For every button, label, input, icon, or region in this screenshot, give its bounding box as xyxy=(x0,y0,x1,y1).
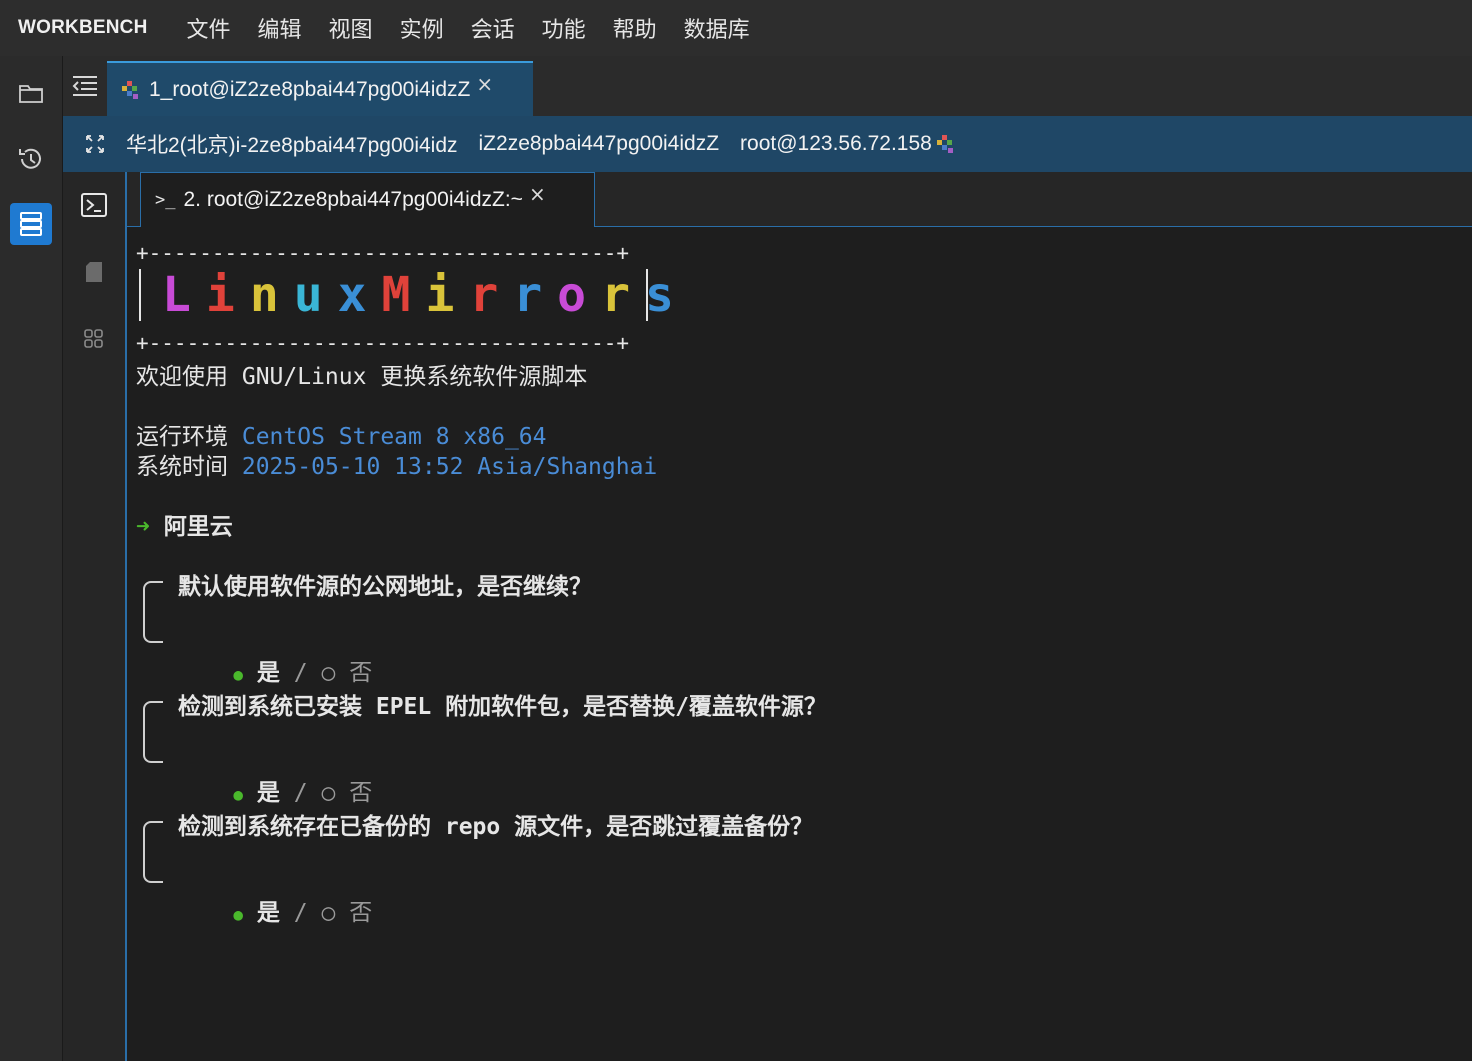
menu-help[interactable]: 帮助 xyxy=(613,12,657,44)
logo-letter: r xyxy=(513,267,558,323)
menu-instance[interactable]: 实例 xyxy=(400,12,444,44)
session-tab-label: 1_root@iZ2ze8pbai447pg00i4idzZ xyxy=(149,77,471,101)
close-icon[interactable]: × xyxy=(476,74,493,94)
fullscreen-icon xyxy=(86,135,104,153)
session-tab[interactable]: 1_root@iZ2ze8pbai447pg00i4idzZ × xyxy=(107,61,533,116)
session-side-toolbar xyxy=(63,172,127,1061)
unselected-circle-icon: ○ xyxy=(321,900,336,926)
logo-letter: L xyxy=(162,267,206,323)
logo-letter: r xyxy=(469,267,514,323)
fullscreen-button[interactable] xyxy=(85,134,105,154)
time-row: 系统时间 2025-05-10 13:52 Asia/Shanghai xyxy=(136,447,657,481)
collapse-menu-button[interactable] xyxy=(71,74,99,102)
choice-no[interactable]: 否 xyxy=(349,660,372,686)
instance-login: root@123.56.72.158 xyxy=(740,132,932,155)
unselected-circle-icon: ○ xyxy=(321,780,336,806)
terminal-output[interactable]: +-------------------------------------+ … xyxy=(127,227,1472,1061)
app-brand: WORKBENCH xyxy=(18,17,148,38)
server-list-icon xyxy=(20,212,42,236)
question-text: 检测到系统已安装 EPEL 附加软件包，是否替换/覆盖软件源？ xyxy=(178,694,827,720)
grid-button[interactable] xyxy=(83,328,105,354)
terminal-tab[interactable]: >_ 2. root@iZ2ze8pbai447pg00i4idzZ:~ × xyxy=(140,172,595,227)
terminal-icon xyxy=(81,193,107,217)
logo-letter: s xyxy=(644,267,689,323)
choice-yes[interactable]: 是 xyxy=(257,780,280,806)
env-row: 运行环境 CentOS Stream 8 x86_64 xyxy=(136,417,547,451)
choice-separator: / xyxy=(293,900,308,926)
prompt-icon: >_ xyxy=(155,190,176,210)
session-color-icon xyxy=(122,80,138,99)
grid-icon xyxy=(84,329,103,348)
logo-letter: u xyxy=(293,267,338,323)
session-tab-bar: 1_root@iZ2ze8pbai447pg00i4idzZ × xyxy=(63,56,1472,116)
files-button[interactable] xyxy=(10,72,52,114)
activity-bar xyxy=(0,56,63,1061)
mirror-row: ➜ 阿里云 xyxy=(136,507,233,541)
logo-letter: M xyxy=(381,267,426,323)
menu-file[interactable]: 文件 xyxy=(187,12,231,44)
file-icon xyxy=(86,262,102,282)
welcome-text: 欢迎使用 GNU/Linux 更换系统软件源脚本 xyxy=(136,364,588,390)
time-label: 系统时间 xyxy=(136,454,228,480)
choice-yes[interactable]: 是 xyxy=(257,900,280,926)
terminal-tab-bar: >_ 2. root@iZ2ze8pbai447pg00i4idzZ:~ × xyxy=(127,172,1472,227)
arrow-icon: ➜ xyxy=(136,514,150,540)
time-value: 2025-05-10 13:52 Asia/Shanghai xyxy=(241,454,658,480)
logo-letter: i xyxy=(205,267,250,323)
terminal-tab-label: 2. root@iZ2ze8pbai447pg00i4idzZ:~ xyxy=(183,188,523,211)
choice-separator: / xyxy=(293,780,308,806)
question-text: 默认使用软件源的公网地址，是否继续？ xyxy=(178,574,592,600)
choice-no[interactable]: 否 xyxy=(349,900,372,926)
instance-region: 华北2(北京)i-2ze8pbai447pg00i4idz xyxy=(126,134,458,157)
question-bracket xyxy=(143,701,163,763)
selected-dot-icon: ● xyxy=(233,905,244,924)
banner-logo: LinuxMirrors xyxy=(162,267,689,323)
history-icon xyxy=(19,148,41,169)
menu-bar: WORKBENCH 文件 编辑 视图 实例 会话 功能 帮助 数据库 xyxy=(0,0,1472,56)
instance-info-bar: 华北2(北京)i-2ze8pbai447pg00i4idz iZ2ze8pbai… xyxy=(63,116,1472,172)
logo-letter: i xyxy=(425,267,470,323)
server-list-button[interactable] xyxy=(10,203,52,245)
question-choice[interactable]: ● 是 / ○ 否 xyxy=(178,867,372,953)
folder-icon xyxy=(19,85,43,103)
selected-dot-icon: ● xyxy=(233,665,244,684)
mirror-name: 阿里云 xyxy=(163,514,233,540)
history-button[interactable] xyxy=(10,138,52,180)
terminal-button[interactable] xyxy=(80,192,108,222)
collapse-menu-icon xyxy=(72,76,97,96)
logo-letter: n xyxy=(249,267,294,323)
question-bracket xyxy=(143,821,163,883)
logo-letter: o xyxy=(557,267,602,323)
question-bracket xyxy=(143,581,163,643)
logo-letter: r xyxy=(601,267,645,323)
choice-separator: / xyxy=(293,660,308,686)
logo-letter: x xyxy=(337,267,382,323)
session-color-icon xyxy=(936,135,953,153)
menu-session[interactable]: 会话 xyxy=(471,12,515,44)
close-icon[interactable]: × xyxy=(529,184,546,204)
banner-logo-row: LinuxMirrors xyxy=(136,267,674,323)
instance-hostname: iZ2ze8pbai447pg00i4idzZ xyxy=(478,132,720,155)
file-button[interactable] xyxy=(84,260,104,288)
menu-view[interactable]: 视图 xyxy=(329,12,373,44)
banner-border-top: +-------------------------------------+ xyxy=(136,241,630,265)
selected-dot-icon: ● xyxy=(233,785,244,804)
menu-database[interactable]: 数据库 xyxy=(684,12,750,44)
unselected-circle-icon: ○ xyxy=(321,660,336,686)
menu-edit[interactable]: 编辑 xyxy=(258,12,302,44)
choice-yes[interactable]: 是 xyxy=(257,660,280,686)
banner-border-bottom: +-------------------------------------+ xyxy=(136,331,630,355)
question-text: 检测到系统存在已备份的 repo 源文件，是否跳过覆盖备份？ xyxy=(178,814,814,840)
menu-features[interactable]: 功能 xyxy=(542,12,586,44)
choice-no[interactable]: 否 xyxy=(349,780,372,806)
